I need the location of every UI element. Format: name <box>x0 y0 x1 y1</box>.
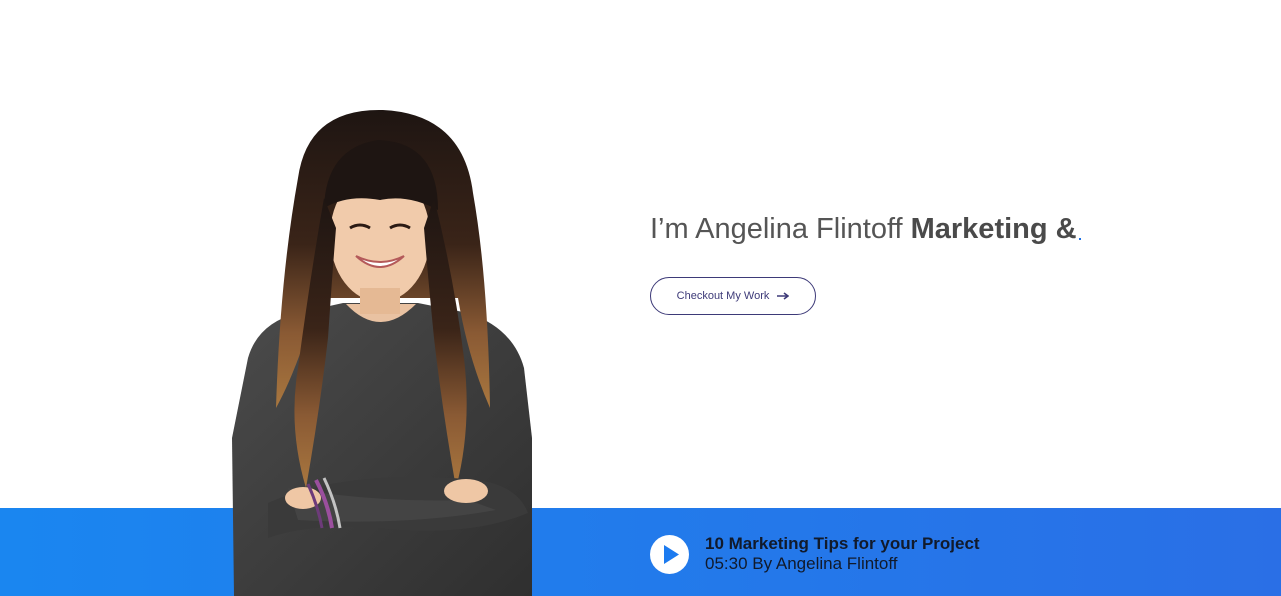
checkout-my-work-button[interactable]: Checkout My Work <box>650 277 816 315</box>
cta-label: Checkout My Work <box>676 290 770 302</box>
play-icon <box>664 545 679 564</box>
video-title[interactable]: 10 Marketing Tips for your Project <box>705 534 980 554</box>
profile-photo <box>232 109 532 596</box>
hero-heading: I’m Angelina Flintoff Marketing & <box>650 210 1081 248</box>
arrow-right-icon <box>777 292 790 300</box>
hero-intro: I’m Angelina Flintoff <box>650 213 911 245</box>
hero-highlight: Marketing & <box>910 213 1077 245</box>
featured-video-bar <box>0 508 1281 596</box>
page: I’m Angelina Flintoff Marketing & Checko… <box>0 0 1281 596</box>
play-video-button[interactable] <box>650 535 689 574</box>
typing-cursor <box>1078 238 1081 240</box>
video-meta: 05:30 By Angelina Flintoff <box>705 554 898 573</box>
